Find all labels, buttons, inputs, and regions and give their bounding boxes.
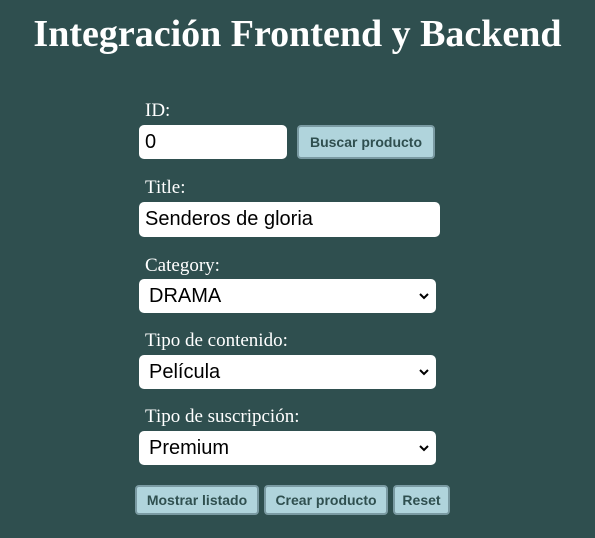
subscription-type-select-value: Premium bbox=[149, 437, 230, 459]
category-label: Category: bbox=[145, 255, 220, 276]
id-input-value: 0 bbox=[145, 131, 157, 153]
subscription-type-select[interactable]: Premium bbox=[139, 431, 436, 465]
page-title: Integración Frontend y Backend bbox=[33, 13, 562, 55]
chevron-down-icon bbox=[419, 279, 429, 313]
content-type-label: Tipo de contenido: bbox=[145, 330, 288, 351]
chevron-down-icon bbox=[419, 355, 429, 389]
chevron-down-icon bbox=[419, 431, 429, 465]
id-label: ID: bbox=[145, 100, 171, 121]
title-input[interactable]: Senderos de gloria bbox=[139, 202, 440, 237]
reset-button[interactable]: Reset bbox=[393, 485, 450, 515]
show-list-button[interactable]: Mostrar listado bbox=[135, 485, 259, 515]
category-select[interactable]: DRAMA bbox=[139, 279, 436, 313]
subscription-type-label: Tipo de suscripción: bbox=[145, 406, 300, 427]
content-type-select-value: Película bbox=[149, 361, 221, 383]
content-type-select[interactable]: Película bbox=[139, 355, 436, 389]
id-input[interactable]: 0 bbox=[139, 125, 287, 159]
search-product-button[interactable]: Buscar producto bbox=[297, 125, 435, 159]
title-input-value: Senderos de gloria bbox=[145, 208, 313, 230]
category-select-value: DRAMA bbox=[149, 285, 222, 307]
title-label: Title: bbox=[145, 177, 186, 198]
create-product-button[interactable]: Crear producto bbox=[264, 485, 388, 515]
